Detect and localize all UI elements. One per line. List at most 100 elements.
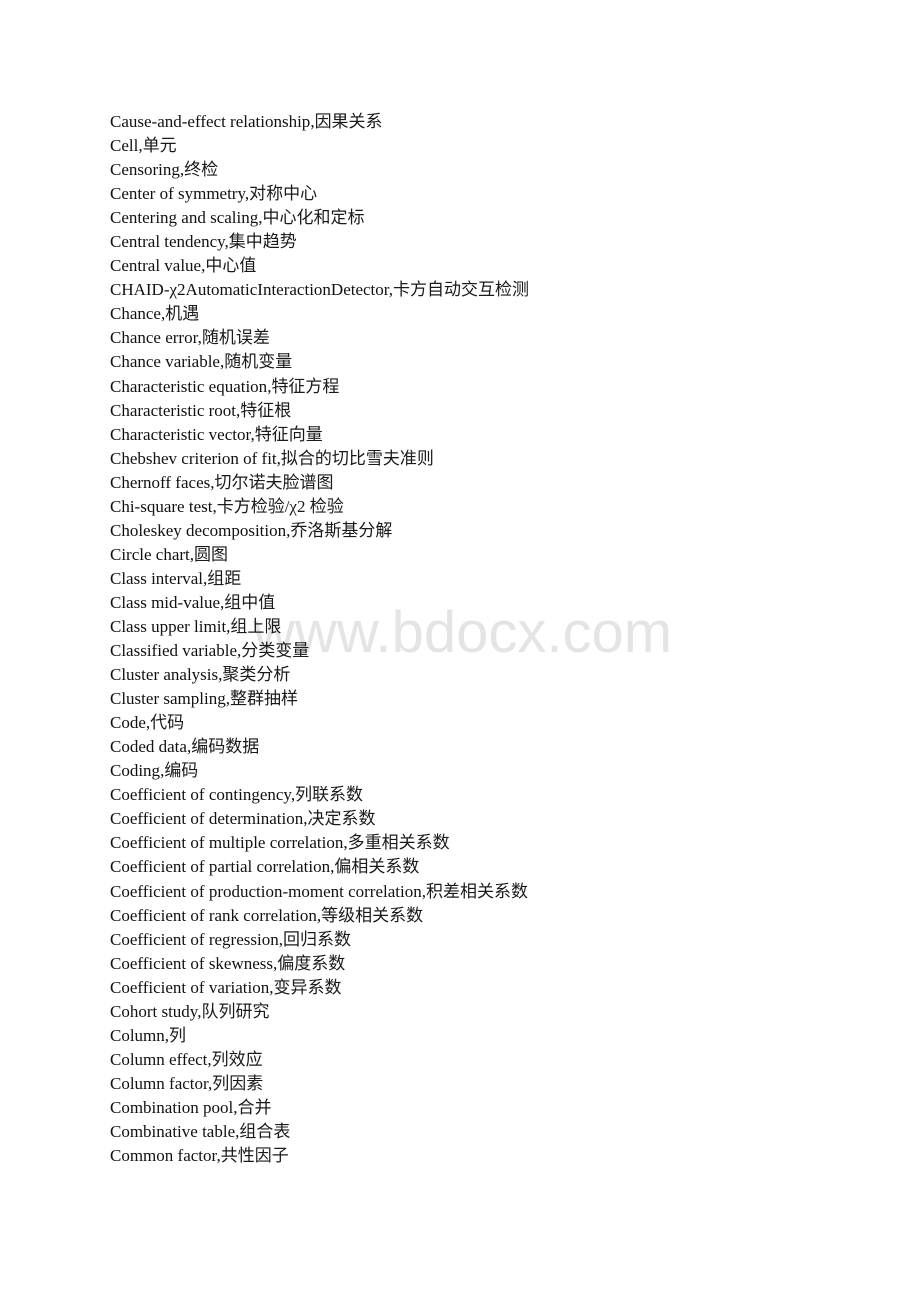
term-chinese: 中心值 [205, 256, 257, 276]
term-chinese: 列因素 [212, 1073, 264, 1093]
term-english: Circle chart [110, 544, 190, 564]
term-chinese: 聚类分析 [222, 665, 291, 685]
glossary-entry: Censoring,终检 [110, 158, 529, 182]
term-chinese: 因果关系 [314, 112, 383, 131]
glossary-entry: Central value,中心值 [110, 254, 529, 278]
glossary-entry: Circle chart,圆图 [110, 543, 529, 567]
term-english: Chance [110, 304, 161, 324]
term-chinese: 圆图 [194, 544, 229, 564]
term-english: Column [110, 1025, 165, 1045]
glossary-entry: Class upper limit,组上限 [110, 615, 529, 639]
glossary-entry: Cell,单元 [110, 134, 529, 158]
glossary-entry: Column effect,列效应 [110, 1048, 529, 1072]
term-english: Characteristic root [110, 400, 237, 420]
document-page: www.bdocx.com Cause-and-effect relations… [0, 0, 920, 1302]
term-english: Column factor [110, 1073, 208, 1093]
term-english: Coded data [110, 737, 187, 757]
term-english: Coefficient of rank correlation [110, 905, 317, 925]
glossary-entry: Chance error,随机误差 [110, 326, 529, 350]
glossary-entry: Coefficient of multiple correlation,多重相关… [110, 831, 529, 855]
glossary-entry: Coefficient of contingency,列联系数 [110, 783, 529, 807]
term-chinese: 特征方程 [271, 376, 340, 396]
term-chinese: 机遇 [165, 304, 200, 324]
term-english: Centering and scaling [110, 208, 259, 228]
glossary-entry: Cause-and-effect relationship,因果关系 [110, 110, 529, 134]
term-english: Central tendency [110, 232, 225, 252]
term-english: Characteristic equation [110, 376, 268, 396]
term-english: CHAID-χ2AutomaticInteractionDetector [110, 280, 389, 300]
term-english: Coefficient of determination [110, 809, 304, 829]
term-english: Coefficient of partial correlation [110, 857, 331, 877]
glossary-entry: Column factor,列因素 [110, 1072, 529, 1096]
glossary-entry: Column,列 [110, 1024, 529, 1048]
term-english: Central value [110, 256, 202, 276]
term-english: Censoring [110, 160, 180, 180]
term-english: Classified variable [110, 641, 237, 661]
glossary-entry: Characteristic root,特征根 [110, 399, 529, 423]
term-chinese: 合并 [237, 1097, 272, 1117]
term-english: Chi-square test [110, 496, 213, 516]
term-english: Code [110, 713, 146, 733]
glossary-entry: Chebshev criterion of fit,拟合的切比雪夫准则 [110, 447, 529, 471]
term-english: Cohort study [110, 1001, 198, 1021]
term-chinese: 列 [169, 1025, 187, 1045]
glossary-entry: Combination pool,合并 [110, 1096, 529, 1120]
glossary-entry: Chance variable,随机变量 [110, 350, 529, 374]
glossary-entry: Coding,编码 [110, 759, 529, 783]
term-chinese: 列效应 [211, 1049, 263, 1069]
term-english: Coefficient of multiple correlation [110, 833, 344, 853]
glossary-entry: Combinative table,组合表 [110, 1120, 529, 1144]
term-chinese: 组中值 [224, 592, 276, 612]
term-chinese: 集中趋势 [228, 232, 297, 252]
glossary-entry: Center of symmetry,对称中心 [110, 182, 529, 206]
term-chinese: 分类变量 [241, 641, 310, 661]
term-chinese: 共性因子 [220, 1146, 289, 1166]
glossary-entry: Centering and scaling,中心化和定标 [110, 206, 529, 230]
term-chinese: 拟合的切比雪夫准则 [280, 448, 434, 468]
term-chinese: 编码数据 [191, 737, 260, 757]
term-chinese: 随机误差 [201, 328, 270, 348]
term-english: Cluster sampling [110, 689, 226, 709]
term-chinese: 偏相关系数 [334, 857, 420, 877]
glossary-entry: CHAID-χ2AutomaticInteractionDetector,卡方自… [110, 278, 529, 302]
term-chinese: 组合表 [239, 1121, 291, 1141]
term-chinese: 决定系数 [307, 809, 376, 829]
term-chinese: 整群抽样 [229, 689, 298, 709]
glossary-entry: Coded data,编码数据 [110, 735, 529, 759]
glossary-entry: Coefficient of variation,变异系数 [110, 976, 529, 1000]
term-english: Chebshev criterion of fit [110, 448, 277, 468]
term-chinese: 切尔诺夫脸谱图 [214, 472, 334, 492]
term-english: Common factor [110, 1146, 217, 1166]
glossary-entry: Coefficient of rank correlation,等级相关系数 [110, 904, 529, 928]
term-english: Coefficient of skewness [110, 953, 274, 973]
glossary-entry: Coefficient of determination,决定系数 [110, 807, 529, 831]
glossary-entry: Characteristic equation,特征方程 [110, 375, 529, 399]
term-chinese: 代码 [150, 713, 185, 733]
term-chinese: 中心化和定标 [262, 208, 365, 228]
term-chinese: 对称中心 [249, 184, 318, 204]
glossary-entry: Classified variable,分类变量 [110, 639, 529, 663]
term-chinese: 单元 [142, 136, 177, 156]
term-english: Characteristic vector [110, 424, 251, 444]
term-chinese: 多重相关系数 [347, 833, 450, 853]
term-chinese: 组距 [207, 568, 242, 588]
glossary-entry: Cluster analysis,聚类分析 [110, 663, 529, 687]
glossary-entry: Cohort study,队列研究 [110, 1000, 529, 1024]
glossary-entry: Chance,机遇 [110, 302, 529, 326]
term-english: Center of symmetry [110, 184, 245, 204]
term-english: Coefficient of variation [110, 977, 270, 997]
term-english: Class interval [110, 568, 204, 588]
term-english: Coding [110, 761, 161, 781]
glossary-entry: Common factor,共性因子 [110, 1144, 529, 1168]
glossary-entry: Coefficient of regression,回归系数 [110, 928, 529, 952]
term-chinese: 变异系数 [273, 977, 342, 997]
glossary-entry: Class interval,组距 [110, 567, 529, 591]
glossary-entry: Central tendency,集中趋势 [110, 230, 529, 254]
term-english: Column effect [110, 1049, 208, 1069]
term-chinese: 组上限 [230, 616, 282, 636]
term-chinese: 特征根 [240, 400, 292, 420]
term-english: Chernoff faces [110, 472, 211, 492]
term-chinese: 终检 [184, 160, 219, 180]
term-chinese: 特征向量 [254, 424, 323, 444]
term-english: Class upper limit [110, 616, 227, 636]
